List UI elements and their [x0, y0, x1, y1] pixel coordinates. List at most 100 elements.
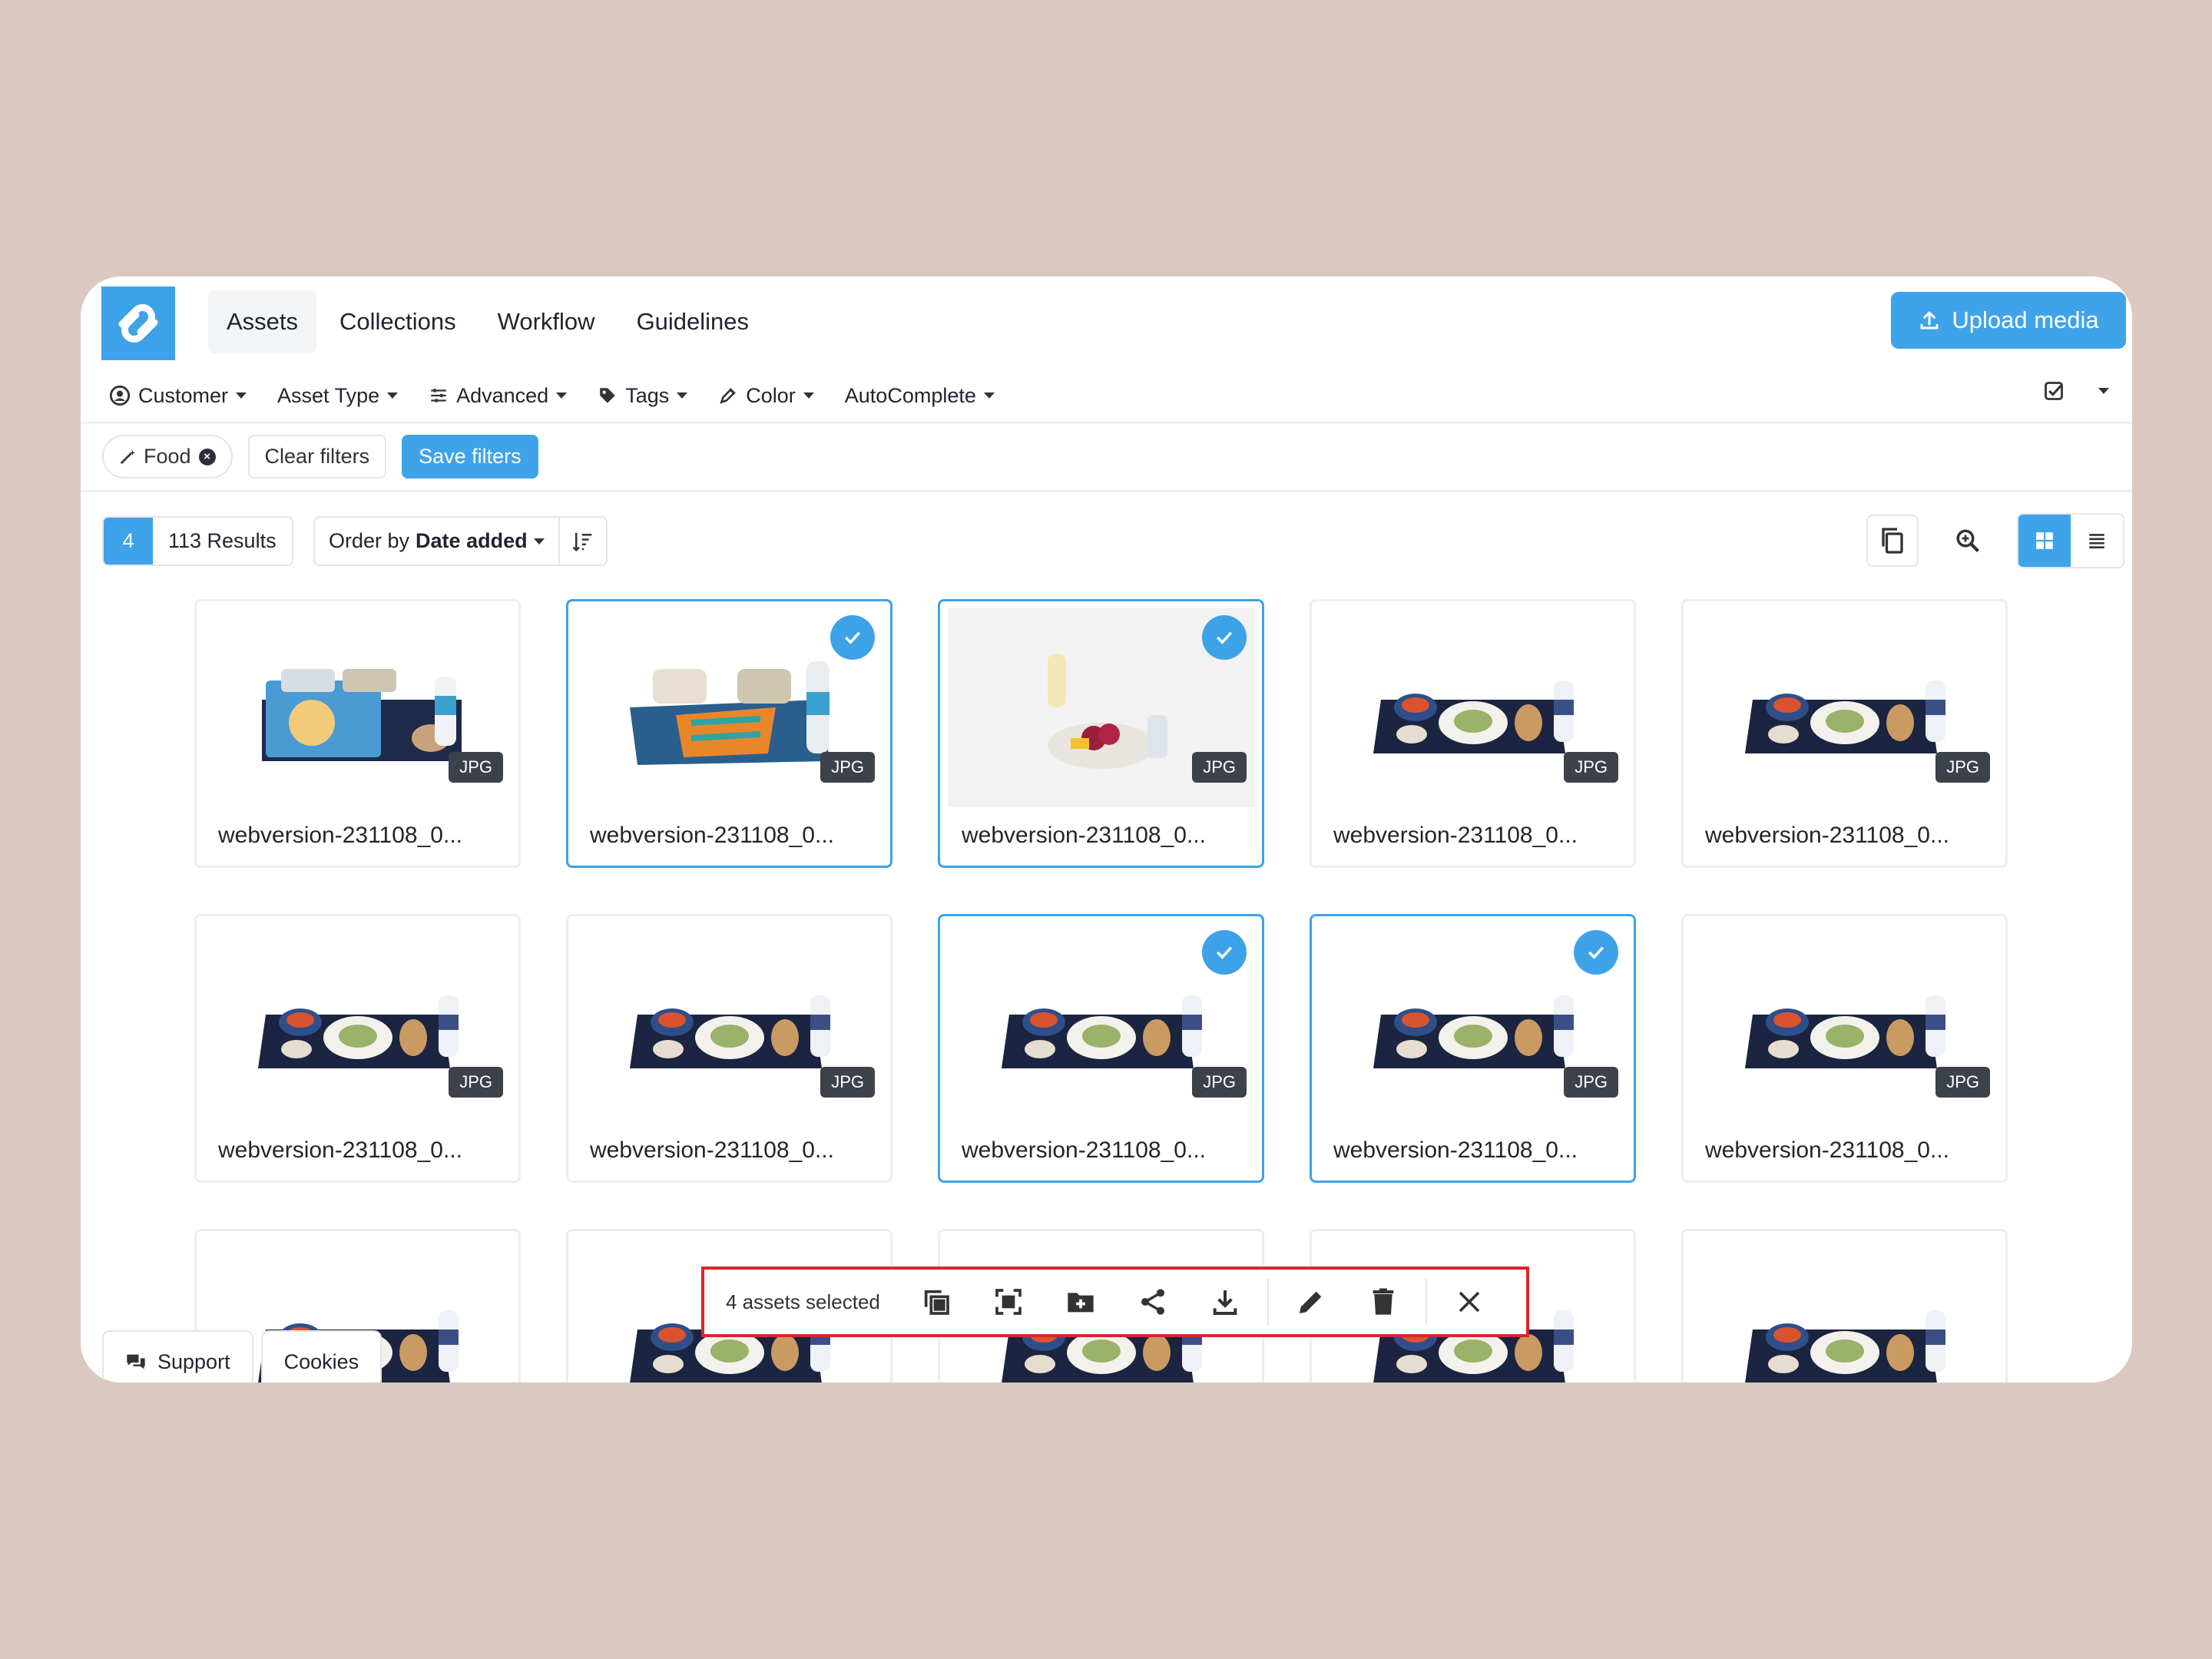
asset-card[interactable]: JPG webversion-231108_0... [1681, 914, 2008, 1183]
asset-grid: JPG webversion-231108_0... JPG webversion-2… [194, 599, 2008, 1382]
bulk-action-bar: 4 assets selected [701, 1267, 1529, 1337]
asset-card[interactable]: JPG webversion-231108_0... [566, 914, 892, 1183]
asset-card[interactable]: JPG webversion-231108_0... [566, 599, 892, 868]
chat-icon [127, 1354, 145, 1369]
tab-workflow[interactable]: Workflow [479, 290, 614, 353]
order-by-prefix: Order by [329, 529, 410, 552]
asset-filename: webversion-231108_0... [218, 823, 462, 848]
asset-card[interactable]: JPG webversion-231108_0... [938, 914, 1264, 1183]
copy-button[interactable] [900, 1271, 972, 1333]
list-icon [2089, 534, 2104, 548]
clear-filters-button[interactable]: Clear filters [247, 435, 387, 478]
selected-check-icon[interactable] [830, 615, 875, 660]
order-by-select[interactable]: Order by Date added [315, 518, 560, 565]
filter-color-label: Color [746, 383, 796, 407]
filter-advanced-label: Advanced [456, 383, 549, 407]
filter-asset-type-label: Asset Type [277, 383, 380, 407]
list-view-button[interactable] [2071, 515, 2123, 567]
magic-wand-icon [120, 449, 136, 464]
filter-advanced[interactable]: Advanced [429, 383, 568, 408]
grid-view-button[interactable] [2018, 515, 2071, 567]
results-count[interactable]: 4 113 Results [102, 516, 293, 566]
select-frame-icon [995, 1289, 1022, 1315]
asset-card[interactable]: JPG webversion-231108_0... [1310, 914, 1636, 1183]
asset-card[interactable]: JPG webversion-231108_0... [1681, 599, 2008, 868]
asset-filename: webversion-231108_0... [962, 823, 1206, 848]
support-label: Support [157, 1349, 230, 1373]
chevron-down-icon [236, 392, 247, 399]
upload-icon [1920, 311, 1939, 329]
share-button[interactable] [1117, 1271, 1189, 1333]
selected-check-icon[interactable] [1202, 615, 1247, 660]
selected-check-icon[interactable] [1202, 930, 1247, 975]
checkbox-icon[interactable] [2043, 380, 2065, 402]
chevron-down-icon [387, 392, 399, 399]
file-type-badge: JPG [1564, 1067, 1618, 1098]
search-button[interactable] [1942, 515, 1994, 567]
add-to-folder-button[interactable] [1045, 1271, 1117, 1333]
file-type-badge: JPG [1564, 752, 1618, 783]
chevron-down-icon [677, 392, 688, 399]
cookies-button[interactable]: Cookies [260, 1330, 382, 1382]
close-icon [1459, 1291, 1480, 1313]
file-type-badge: JPG [820, 752, 875, 783]
asset-card[interactable]: JPG webversion-231108_0... [1310, 599, 1636, 868]
edit-icon [1299, 1291, 1322, 1313]
sort-direction-button[interactable] [560, 530, 606, 553]
filter-color[interactable]: Color [718, 384, 814, 408]
view-toggle [2017, 513, 2124, 568]
selected-count-badge: 4 [104, 518, 153, 565]
asset-filename: webversion-231108_0... [1333, 823, 1578, 848]
edit-button[interactable] [1275, 1271, 1347, 1333]
asset-filename: webversion-231108_0... [590, 1137, 834, 1163]
copy-icon [1882, 528, 1903, 554]
chevron-down-icon[interactable] [2098, 388, 2109, 394]
grid-icon [2036, 532, 2053, 549]
asset-card[interactable]: JPG webversion-231108_0... [194, 599, 521, 868]
selected-check-icon[interactable] [1574, 930, 1618, 975]
tab-assets[interactable]: Assets [208, 290, 317, 353]
add-to-folder-icon [1068, 1293, 1094, 1313]
file-type-badge: JPG [1936, 1067, 1990, 1098]
upload-media-button[interactable]: Upload media [1891, 292, 2126, 349]
file-type-badge: JPG [1192, 752, 1247, 783]
file-type-badge: JPG [1936, 752, 1990, 783]
filter-tags[interactable]: Tags [598, 383, 688, 408]
app-logo[interactable] [101, 286, 175, 360]
asset-card[interactable]: JPG webversion-231108_0... [194, 914, 521, 1183]
select-frame-button[interactable] [972, 1271, 1045, 1333]
asset-filename: webversion-231108_0... [962, 1137, 1206, 1163]
selection-count-label: 4 assets selected [726, 1290, 880, 1313]
filter-asset-type[interactable]: Asset Type [277, 383, 399, 408]
tab-collections[interactable]: Collections [321, 290, 475, 353]
support-button[interactable]: Support [102, 1330, 253, 1382]
remove-filter-icon[interactable]: × [198, 448, 216, 465]
tab-guidelines[interactable]: Guidelines [618, 290, 767, 353]
filter-bar: Customer Asset Type Advanced Tags Color … [109, 376, 1025, 415]
divider [81, 490, 2132, 492]
asset-filename: webversion-231108_0... [1705, 823, 1949, 848]
asset-filename: webversion-231108_0... [1705, 1137, 1949, 1163]
asset-card[interactable]: JPG webversion-231108_0... [938, 599, 1264, 868]
chevron-down-icon [983, 392, 995, 399]
filter-tags-label: Tags [625, 383, 670, 407]
cookies-label: Cookies [283, 1349, 359, 1373]
asset-card-partial[interactable] [1681, 1229, 2008, 1382]
sliders-icon [431, 389, 446, 402]
logo-icon [118, 304, 158, 343]
filter-autocomplete[interactable]: AutoComplete [845, 384, 995, 408]
chevron-down-icon [533, 538, 545, 545]
view-tools [1866, 513, 2124, 568]
download-button[interactable] [1189, 1271, 1261, 1333]
copy-view-button[interactable] [1866, 515, 1919, 567]
delete-button[interactable] [1347, 1271, 1419, 1333]
close-selection-button[interactable] [1433, 1271, 1505, 1333]
chevron-down-icon [803, 392, 814, 399]
save-filters-button[interactable]: Save filters [402, 435, 538, 478]
delete-icon [1373, 1288, 1394, 1315]
app-window: Assets Collections Workflow Guidelines U… [81, 276, 2132, 1382]
filter-chip-food[interactable]: Food × [102, 435, 233, 478]
active-filters: Food × Clear filters Save filters [102, 435, 554, 478]
divider [81, 422, 2132, 424]
filter-customer[interactable]: Customer [109, 384, 247, 408]
